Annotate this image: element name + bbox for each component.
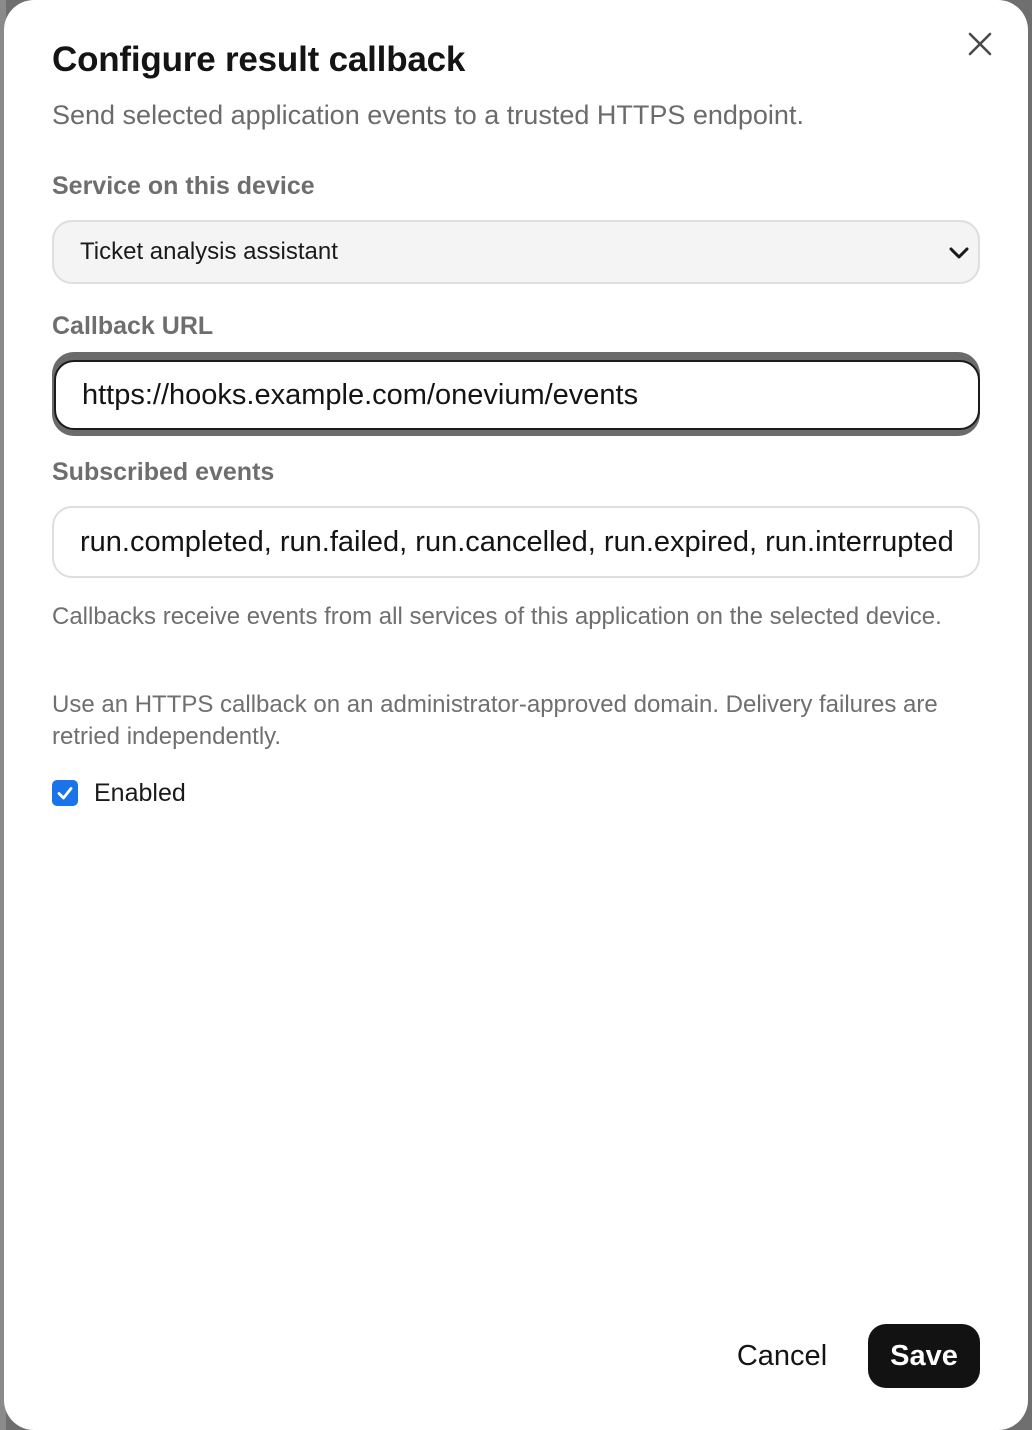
enabled-label[interactable]: Enabled bbox=[94, 779, 186, 808]
checkmark-icon bbox=[57, 787, 73, 800]
cancel-button[interactable]: Cancel bbox=[716, 1324, 848, 1388]
subscribed-events-label: Subscribed events bbox=[52, 458, 275, 486]
callback-url-input[interactable] bbox=[54, 360, 980, 430]
enabled-checkbox[interactable] bbox=[52, 780, 78, 806]
save-button[interactable]: Save bbox=[868, 1324, 980, 1388]
service-select[interactable]: Ticket analysis assistant bbox=[52, 220, 980, 284]
subscribed-events-input[interactable] bbox=[52, 506, 980, 578]
service-label: Service on this device bbox=[52, 172, 315, 200]
service-select-value: Ticket analysis assistant bbox=[80, 238, 338, 265]
dialog-title: Configure result callback bbox=[52, 40, 466, 79]
scope-help-text: Callbacks receive events from all servic… bbox=[52, 603, 942, 630]
chevron-down-icon bbox=[949, 247, 969, 259]
callback-url-label: Callback URL bbox=[52, 312, 214, 340]
close-icon bbox=[968, 32, 992, 56]
dialog-subtitle: Send selected application events to a tr… bbox=[52, 100, 804, 130]
https-help-text: Use an HTTPS callback on an administrato… bbox=[52, 691, 938, 750]
close-button[interactable] bbox=[962, 26, 998, 62]
callback-dialog: Configure result callback Send selected … bbox=[4, 0, 1028, 1430]
